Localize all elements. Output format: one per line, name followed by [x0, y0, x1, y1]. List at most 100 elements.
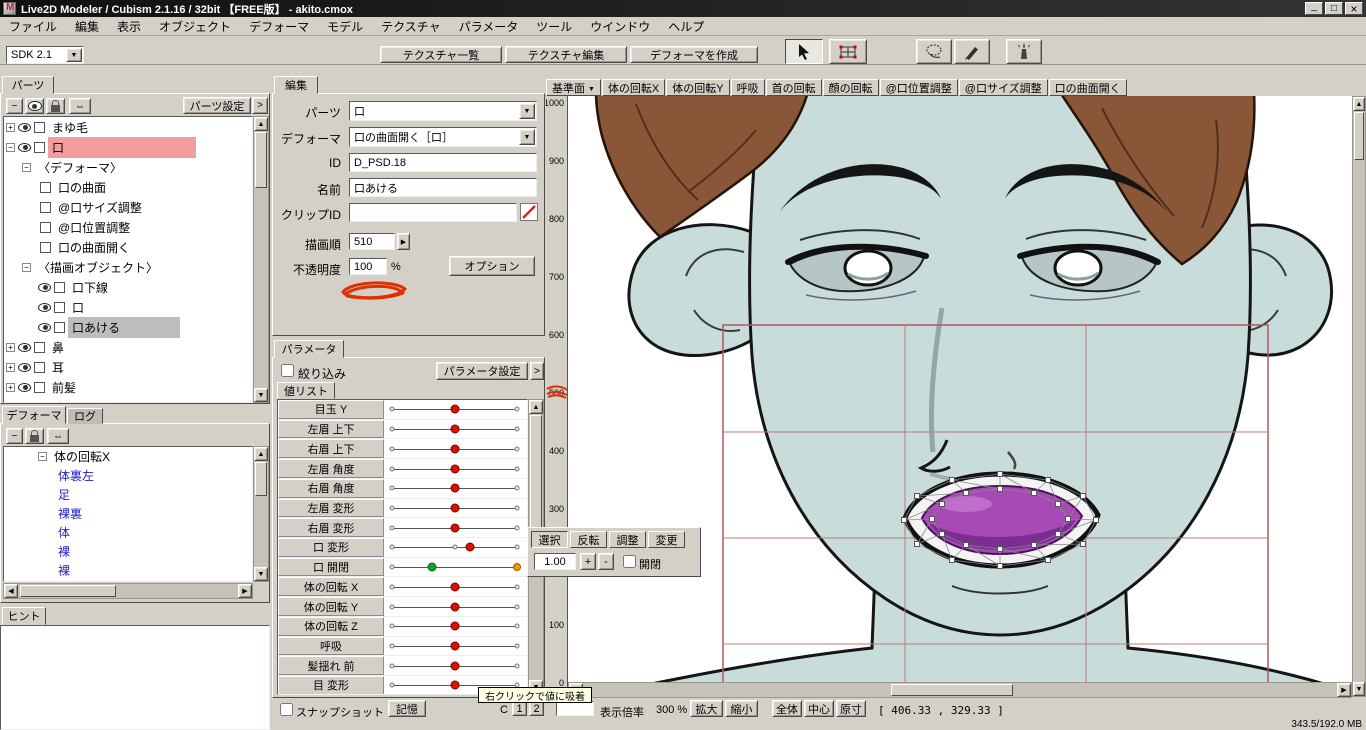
scroll-up-button[interactable]: [254, 447, 268, 461]
options-button[interactable]: オプション: [449, 256, 535, 276]
mesh-vertex[interactable]: [1065, 516, 1071, 522]
spray-tool-button[interactable]: [1006, 39, 1042, 64]
menu-item[interactable]: ツール: [527, 16, 581, 37]
tree-row[interactable]: 口下線: [4, 277, 252, 297]
scrollbar-thumb[interactable]: [891, 684, 1013, 696]
slider-handle[interactable]: [450, 602, 459, 612]
tree-item-label[interactable]: 口: [68, 297, 88, 318]
mesh-vertex[interactable]: [949, 477, 955, 483]
mesh-vertex[interactable]: [901, 517, 907, 523]
dropdown-arrow-icon[interactable]: [519, 103, 535, 119]
canvas-vscrollbar[interactable]: [1352, 96, 1366, 697]
lock-button[interactable]: [46, 98, 65, 114]
tree-row[interactable]: 口: [4, 297, 252, 317]
item-box-icon[interactable]: [54, 281, 65, 293]
parameter-slider[interactable]: [384, 419, 527, 439]
mesh-vertex[interactable]: [939, 531, 945, 537]
lock-button[interactable]: [25, 428, 44, 444]
slider-handle[interactable]: [450, 464, 459, 474]
tree-row[interactable]: − 〈描画オブジェクト〉: [4, 257, 252, 277]
slider-handle[interactable]: [450, 680, 459, 690]
canvas-hscrollbar[interactable]: [568, 682, 1352, 698]
tree-item-label[interactable]: 鼻: [48, 337, 68, 358]
draw-order-spinner-button[interactable]: [397, 233, 410, 250]
parameter-slider[interactable]: [384, 656, 527, 676]
log-panel-tab[interactable]: ログ: [67, 408, 103, 424]
menu-item[interactable]: 表示: [108, 16, 150, 37]
hint-panel-tab[interactable]: ヒント: [2, 607, 46, 625]
tree-item-label[interactable]: 耳: [48, 357, 68, 378]
tree-row[interactable]: 口の曲面開く: [4, 237, 252, 257]
scroll-down-button[interactable]: [1353, 682, 1365, 696]
item-box-icon[interactable]: [34, 341, 45, 353]
mesh-vertex[interactable]: [1045, 477, 1051, 483]
parameter-slider[interactable]: [384, 439, 527, 459]
mesh-vertex[interactable]: [1080, 493, 1086, 499]
parameter-label[interactable]: 左眉 上下: [278, 419, 384, 439]
menu-item[interactable]: テクスチャ: [372, 16, 450, 37]
parameter-slider[interactable]: [384, 538, 527, 557]
mesh-vertex[interactable]: [997, 546, 1003, 552]
mesh-vertex[interactable]: [997, 471, 1003, 477]
item-box-icon[interactable]: [54, 301, 65, 313]
view-tab[interactable]: @口サイズ調整: [958, 79, 1048, 96]
mesh-vertex[interactable]: [1031, 542, 1037, 548]
slider-handle[interactable]: [450, 444, 459, 454]
tree-row[interactable]: + 前髪: [4, 377, 252, 397]
tree-row[interactable]: + 耳: [4, 357, 252, 377]
expand-icon[interactable]: +: [6, 342, 15, 352]
scroll-down-button[interactable]: [254, 388, 268, 402]
mesh-vertex[interactable]: [929, 516, 935, 522]
tree-row[interactable]: @口位置調整: [4, 217, 252, 237]
view-tab[interactable]: 呼吸: [730, 79, 765, 96]
mesh-edit-tool-button[interactable]: [829, 39, 867, 64]
slider-handle[interactable]: [450, 523, 459, 533]
collapse-icon[interactable]: −: [22, 403, 31, 404]
remember-button[interactable]: 記憶: [388, 700, 426, 717]
mesh-vertex[interactable]: [963, 542, 969, 548]
parameter-slider[interactable]: [384, 616, 527, 636]
mesh-vertex[interactable]: [1045, 557, 1051, 563]
snapshot-checkbox[interactable]: [280, 703, 293, 716]
tree-item-label[interactable]: @口位置調整: [54, 217, 134, 238]
float-change-button[interactable]: 変更: [648, 531, 685, 548]
slider-handle[interactable]: [450, 661, 459, 671]
dropdown-arrow-icon[interactable]: [519, 129, 535, 145]
parameter-label[interactable]: 呼吸: [278, 636, 384, 656]
item-box-icon[interactable]: [40, 221, 51, 233]
tree-row[interactable]: −〈デフォーマ〉: [4, 157, 252, 177]
tree-row[interactable]: + まゆ毛: [4, 117, 252, 137]
mesh-vertex[interactable]: [914, 541, 920, 547]
tree-row[interactable]: 足: [4, 485, 252, 504]
pen-tool-button[interactable]: [954, 39, 990, 64]
tree-row[interactable]: 裸: [4, 542, 252, 561]
parts-settings-button[interactable]: パーツ設定: [183, 97, 251, 114]
menu-item[interactable]: デフォーマ: [240, 16, 318, 37]
visibility-eye-icon[interactable]: [38, 282, 51, 292]
slider-handle[interactable]: [450, 404, 459, 414]
minimize-button[interactable]: [1305, 2, 1323, 15]
sdk-version-select[interactable]: SDK 2.1: [6, 46, 84, 64]
mesh-vertex[interactable]: [1093, 517, 1099, 523]
close-button[interactable]: [1345, 2, 1363, 15]
scroll-up-button[interactable]: [254, 117, 268, 131]
view-tab[interactable]: 体の回転Y: [666, 79, 730, 96]
visibility-eye-icon[interactable]: [18, 382, 31, 392]
scroll-up-button[interactable]: [1353, 97, 1365, 111]
swap-panel-button[interactable]: [69, 98, 91, 114]
slider-handle[interactable]: [450, 483, 459, 493]
tree-item-label[interactable]: @口サイズ調整: [54, 197, 146, 218]
slider-handle[interactable]: [465, 542, 474, 552]
float-flip-button[interactable]: 反転: [570, 531, 607, 548]
menu-item[interactable]: ウインドウ: [581, 16, 659, 37]
tree-item-label[interactable]: 口あける: [68, 316, 180, 338]
deformer-panel-tab[interactable]: デフォーマ: [2, 406, 66, 424]
scroll-down-button[interactable]: [254, 567, 268, 581]
parameter-slider[interactable]: [384, 400, 527, 419]
parameter-label[interactable]: 目玉 Y: [278, 400, 384, 419]
model-canvas[interactable]: [568, 96, 1352, 682]
increment-button[interactable]: +: [580, 553, 596, 570]
float-adjust-button[interactable]: 調整: [609, 531, 646, 548]
item-box-icon[interactable]: [34, 381, 45, 393]
deformer-select[interactable]: 口の曲面開く［口］: [349, 127, 537, 147]
